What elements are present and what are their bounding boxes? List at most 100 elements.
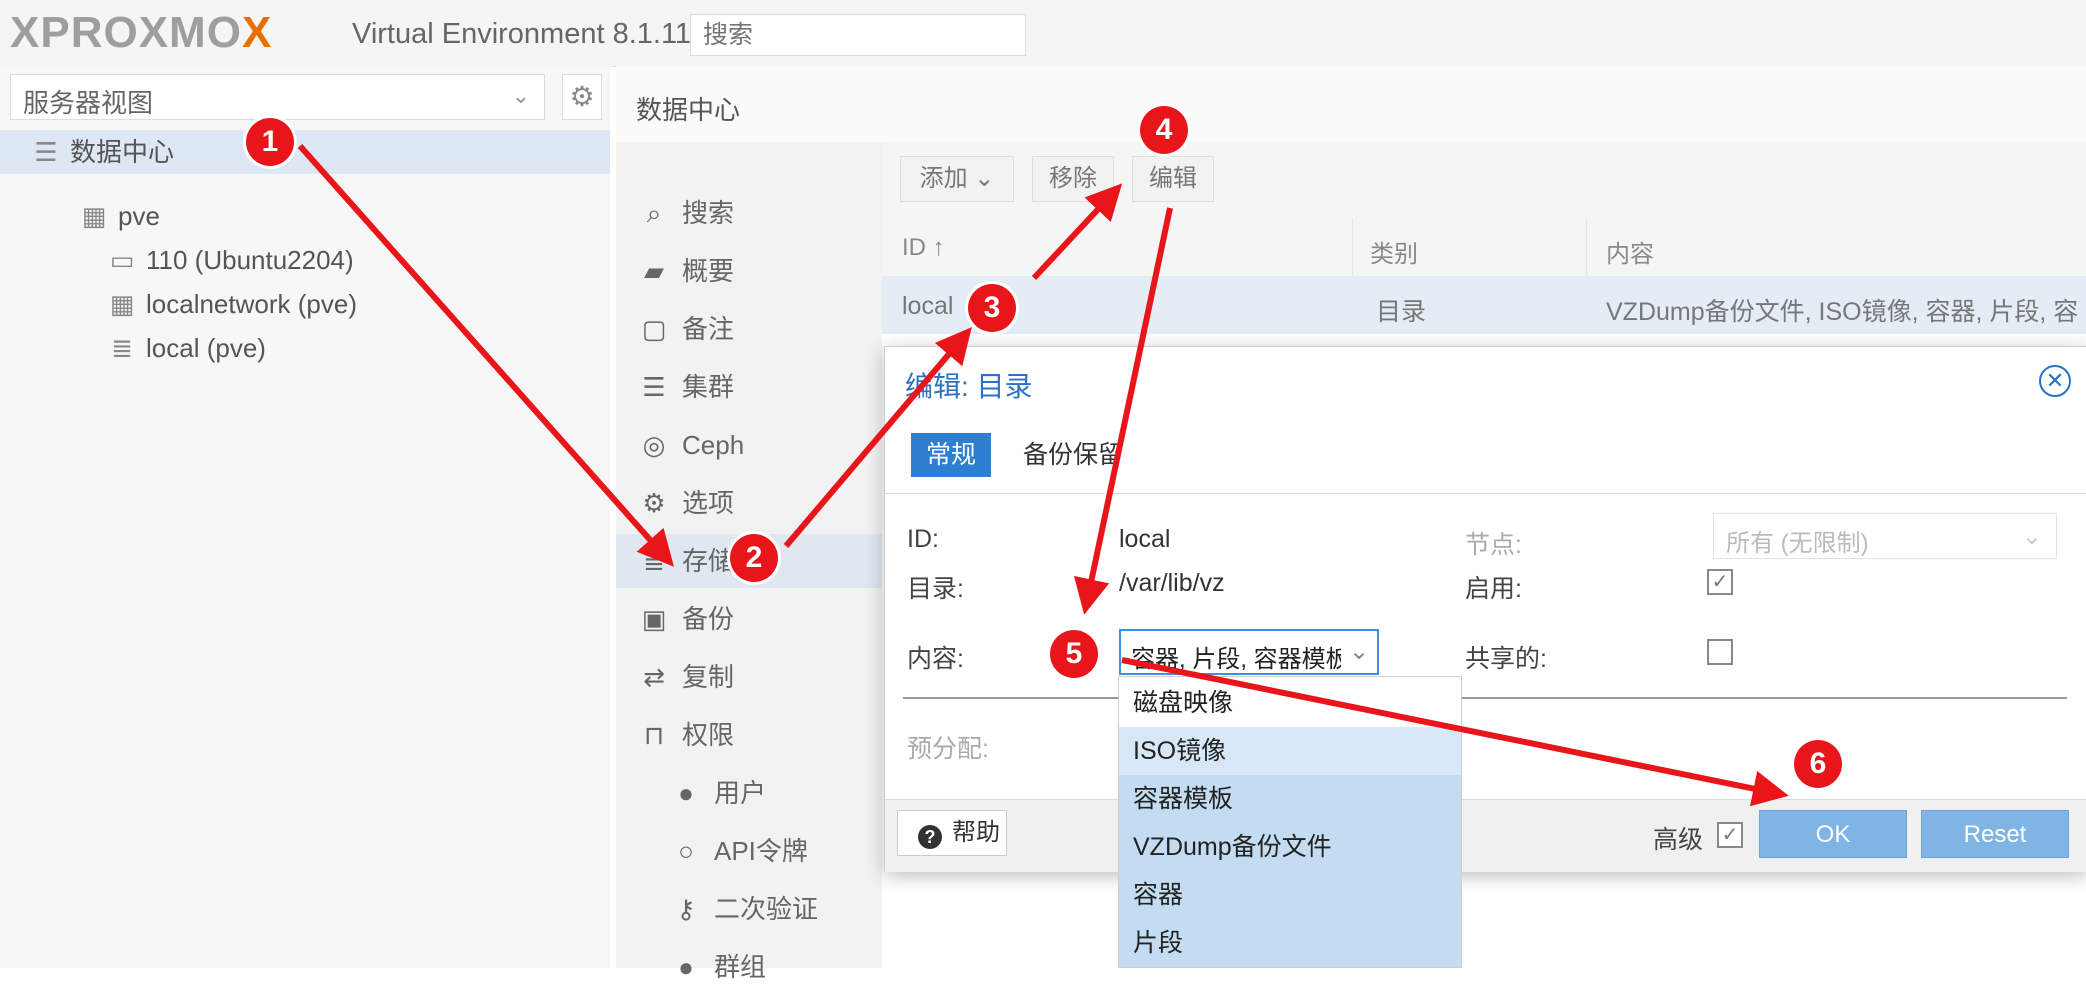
chevron-down-icon: ⌄ xyxy=(2021,523,2042,550)
logo-text: PROXMO xyxy=(40,8,242,57)
retweet-icon: ⇄ xyxy=(643,662,665,692)
menu-item-users[interactable]: ● 用户 xyxy=(616,766,882,820)
tab-general[interactable]: 常规 xyxy=(911,433,991,477)
content-multiselect[interactable]: 容器, 片段, 容器模板, VZ ⌄ xyxy=(1119,629,1379,675)
user-outline-icon: ○ xyxy=(678,836,694,866)
database-icon: ≣ xyxy=(643,546,665,576)
server-rack-icon: ☰ xyxy=(34,137,58,167)
option-container[interactable]: 容器 xyxy=(1119,871,1461,919)
note-icon: ▢ xyxy=(641,314,667,344)
chevron-down-icon: ⌄ xyxy=(511,83,530,108)
tree-label: 110 (Ubuntu2204) xyxy=(146,245,354,275)
add-button-label: 添加 xyxy=(919,165,968,192)
resource-tree-panel: 服务器视图 ⌄ ⚙ ☰ 数据中心 ▦ pve ▭ 110 (Ubuntu2204) ▦… xyxy=(0,66,610,968)
content-label: 内容: xyxy=(907,645,964,673)
column-content[interactable]: 内容 xyxy=(1606,234,1654,269)
menu-item-search[interactable]: ⌕ 搜索 xyxy=(616,186,882,240)
menu-item-groups[interactable]: ● 群组 xyxy=(616,940,882,994)
tree-label: local (pve) xyxy=(146,333,266,363)
edit-button[interactable]: 编辑 xyxy=(1132,156,1214,202)
shared-label: 共享的: xyxy=(1465,645,1547,673)
tree-item-network[interactable]: ▦ localnetwork (pve) xyxy=(104,282,357,326)
advanced-checkbox[interactable]: ✓ xyxy=(1717,822,1743,848)
menu-item-summary[interactable]: ▰ 概要 xyxy=(616,244,882,298)
main-header: 数据中心 xyxy=(616,66,2086,143)
node-label: 节点: xyxy=(1465,531,1522,559)
menu-label: 搜索 xyxy=(682,198,735,228)
tree-label: localnetwork (pve) xyxy=(146,289,357,319)
menu-item-cluster[interactable]: ☰ 集群 xyxy=(616,360,882,414)
menu-item-backup[interactable]: ▣ 备份 xyxy=(616,592,882,646)
menu-item-replication[interactable]: ⇄ 复制 xyxy=(616,650,882,704)
step-badge-1: 1 xyxy=(246,118,294,166)
chevron-down-icon: ⌄ xyxy=(1341,631,1377,673)
ok-button[interactable]: OK xyxy=(1759,810,1907,858)
unlock-icon: ⊓ xyxy=(643,720,665,750)
column-id[interactable]: ID ↑ xyxy=(902,234,945,262)
help-button[interactable]: ? 帮助 xyxy=(897,810,1007,856)
node-select-value: 所有 (无限制) xyxy=(1726,530,1869,557)
ceph-icon: ◎ xyxy=(642,430,666,460)
menu-label: 存储 xyxy=(682,546,735,576)
monitor-icon: ▭ xyxy=(109,245,135,275)
column-type[interactable]: 类别 xyxy=(1370,234,1418,269)
add-button[interactable]: 添加 ⌄ xyxy=(900,156,1014,202)
menu-item-options[interactable]: ⚙ 选项 xyxy=(616,476,882,530)
column-divider xyxy=(1586,218,1587,276)
users-icon: ● xyxy=(678,952,694,982)
menu-item-notes[interactable]: ▢ 备注 xyxy=(616,302,882,356)
logo-x-end: X xyxy=(241,8,273,57)
menu-label: 集群 xyxy=(682,372,735,402)
option-snippets[interactable]: 片段 xyxy=(1119,919,1461,967)
enable-checkbox[interactable]: ✓ xyxy=(1707,569,1733,595)
directory-label: 目录: xyxy=(907,575,964,603)
menu-item-ceph[interactable]: ◎ Ceph xyxy=(616,418,882,472)
menu-label: 群组 xyxy=(714,952,767,982)
cell-id: local xyxy=(902,292,954,320)
view-select[interactable]: 服务器视图 ⌄ xyxy=(10,74,545,120)
storage-toolbar: 添加 ⌄ 移除 编辑 xyxy=(882,142,2086,219)
table-row[interactable]: local 目录 VZDump备份文件, ISO镜像, 容器, 片段, 容 xyxy=(882,276,2086,334)
menu-label: 权限 xyxy=(682,720,735,750)
option-disk-image[interactable]: 磁盘映像 xyxy=(1119,679,1461,727)
tree-item-storage[interactable]: ≣ local (pve) xyxy=(104,326,266,370)
page-title: 数据中心 xyxy=(636,95,741,125)
tree-item-node[interactable]: ▦ pve xyxy=(76,194,160,238)
grid-header: ID ↑ 类别 内容 xyxy=(882,218,2086,277)
save-icon: ▣ xyxy=(641,604,667,634)
shared-checkbox[interactable] xyxy=(1707,639,1733,665)
menu-label: 备注 xyxy=(682,314,735,344)
user-icon: ● xyxy=(678,778,694,808)
reset-button[interactable]: Reset xyxy=(1921,810,2069,858)
proxmox-logo[interactable]: XPROXMOX xyxy=(10,8,272,58)
close-icon[interactable]: ✕ xyxy=(2039,365,2071,397)
option-vzdump-backup[interactable]: VZDump备份文件 xyxy=(1119,823,1461,871)
menu-label: API令牌 xyxy=(714,836,808,866)
menu-label: 用户 xyxy=(714,778,767,808)
menu-label: 复制 xyxy=(682,662,735,692)
node-select[interactable]: 所有 (无限制) ⌄ xyxy=(1713,513,2057,559)
search-icon: ⌕ xyxy=(646,198,662,228)
option-container-template[interactable]: 容器模板 xyxy=(1119,775,1461,823)
tree-item-vm[interactable]: ▭ 110 (Ubuntu2204) xyxy=(104,238,354,282)
option-iso-image[interactable]: ISO镜像 xyxy=(1119,727,1461,775)
menu-label: 备份 xyxy=(682,604,735,634)
grid-icon: ▦ xyxy=(109,289,135,319)
step-badge-3: 3 xyxy=(968,284,1016,332)
step-badge-4: 4 xyxy=(1140,106,1188,154)
tree-item-datacenter[interactable]: ☰ 数据中心 xyxy=(0,130,610,174)
tab-backup-retention[interactable]: 备份保留 xyxy=(1023,433,1143,477)
preallocation-label: 预分配: xyxy=(907,735,989,763)
menu-item-api-tokens[interactable]: ○ API令牌 xyxy=(616,824,882,878)
menu-item-permissions[interactable]: ⊓ 权限 xyxy=(616,708,882,762)
server-icon: ☰ xyxy=(642,372,666,402)
search-input[interactable] xyxy=(690,14,1026,56)
remove-button[interactable]: 移除 xyxy=(1032,156,1114,202)
step-badge-2: 2 xyxy=(730,534,778,582)
field-divider xyxy=(903,697,2067,699)
menu-label: 二次验证 xyxy=(714,894,819,924)
help-button-label: 帮助 xyxy=(952,819,1000,846)
menu-item-two-factor[interactable]: ⚷ 二次验证 xyxy=(616,882,882,936)
dialog-title: 编辑: 目录 xyxy=(905,371,1033,402)
gear-icon[interactable]: ⚙ xyxy=(562,74,602,120)
